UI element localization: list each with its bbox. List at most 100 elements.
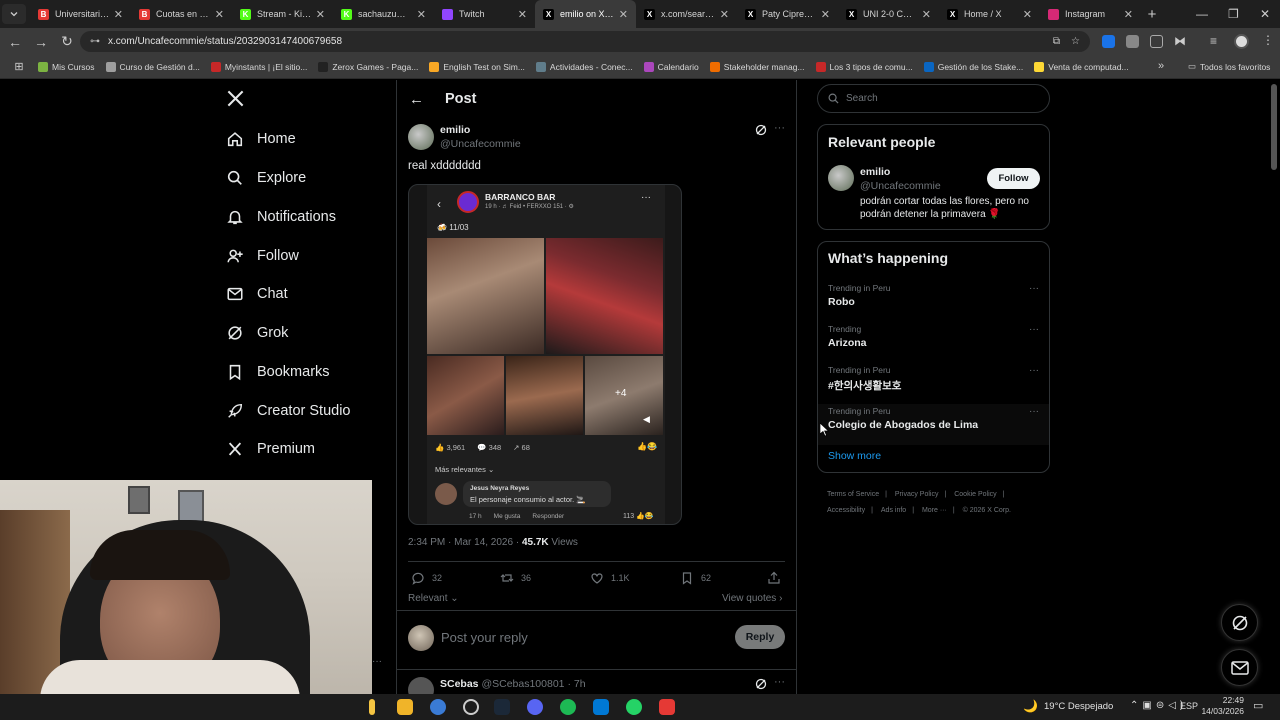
nav-item-bookmarks[interactable]: Bookmarks [226,363,330,381]
apps-icon[interactable]: ⊞ [0,60,38,73]
nav-item-home[interactable]: Home [226,130,296,148]
close-window-button[interactable]: ✕ [1260,0,1270,28]
nav-item-follow[interactable]: Follow [226,247,299,265]
footer-link[interactable]: Privacy Policy [895,491,939,498]
install-icon[interactable]: ⧉ [1053,36,1060,47]
trend-item[interactable]: Trending in Peru Colegio de Abogados de L… [818,404,1049,445]
browser-tab[interactable]: Ksachauzumaki ✕ [333,0,434,28]
footer-link[interactable]: © 2026 X Corp. [963,507,1011,514]
app-icon[interactable] [659,699,675,715]
whatsapp-icon[interactable] [626,699,642,715]
close-tab-icon[interactable]: ✕ [1023,8,1032,21]
site-info-icon[interactable]: ⊶ [90,36,100,47]
star-icon[interactable]: ☆ [1071,36,1080,47]
show-more-link[interactable]: Show more [828,450,881,462]
x-logo[interactable] [226,89,245,108]
discord-icon[interactable] [527,699,543,715]
maximize-button[interactable]: ❐ [1228,0,1239,28]
close-tab-icon[interactable]: ✕ [922,8,931,21]
kebab-menu-icon[interactable]: ⋮ [1262,33,1274,47]
footer-link[interactable]: Ads info [881,507,906,514]
view-quotes-link[interactable]: View quotes › [722,593,782,604]
store-icon[interactable] [397,699,413,715]
post-media[interactable]: ‹ BARRANCO BAR 19 h · ♬ Feid • FERXXO 15… [408,184,682,525]
bookmark-item[interactable]: Zerox Games - Paga... [318,61,418,72]
scrollbar-thumb[interactable] [1271,84,1277,170]
bookmark-item[interactable]: Calendario [643,61,699,72]
bookmark-item[interactable]: Los 3 tipos de comu... [815,61,913,72]
nav-item-explore[interactable]: Explore [226,169,306,187]
app-icon[interactable] [463,699,479,715]
url-bar[interactable]: ⊶ x.com/Uncafecommie/status/203290314740… [80,31,1090,52]
steam-icon[interactable] [494,699,510,715]
reload-button[interactable]: ↻ [54,30,80,54]
spotify-icon[interactable] [560,699,576,715]
bookmark-item[interactable]: Curso de Gestión d... [105,61,200,72]
browser-tab[interactable]: Twitch ✕ [434,0,535,28]
nav-item-creator-studio[interactable]: Creator Studio [226,402,351,420]
avatar[interactable] [828,165,854,191]
browser-tab[interactable]: K Stream - Kick D ✕ [232,0,333,28]
tray-icons[interactable]: ⌃▣⊜◁) [1130,700,1187,711]
close-tab-icon[interactable]: ✕ [720,8,729,21]
close-tab-icon[interactable]: ✕ [518,8,527,21]
minimize-button[interactable]: — [1196,0,1208,28]
browser-tab[interactable]: Xemilio on X: "r ✕ [535,0,636,28]
reply-input[interactable]: Post your reply [441,630,528,645]
trend-more-icon[interactable]: ··· [1029,283,1039,294]
bookmark-item[interactable]: Actividades - Conec... [535,61,633,72]
new-tab-button[interactable]: + [1141,6,1163,23]
trend-more-icon[interactable]: ··· [1029,365,1039,376]
nav-item-grok[interactable]: Grok [226,324,288,342]
profile-avatar[interactable] [1234,34,1249,49]
author-handle[interactable]: @Uncafecommie [440,138,521,150]
chrome-icon[interactable] [430,699,446,715]
notification-icon[interactable]: ▭ [1253,699,1263,712]
trend-item[interactable]: Trending in Peru #한의사생활보호 ··· [818,363,1049,404]
bookmark-item[interactable]: Gestión de los Stake... [923,61,1023,72]
close-tab-icon[interactable]: ✕ [1124,8,1133,21]
close-tab-icon[interactable]: ✕ [316,8,325,21]
close-tab-icon[interactable]: ✕ [619,8,628,21]
footer-link[interactable]: Cookie Policy [954,491,996,498]
close-tab-icon[interactable]: ✕ [821,8,830,21]
person-name[interactable]: emilio [860,166,890,178]
clock[interactable]: 22:49 14/03/2026 [1200,695,1244,717]
more-bookmarks-icon[interactable]: » [1158,60,1164,72]
file-explorer-icon[interactable] [369,699,375,715]
more-options-icon[interactable]: ··· [774,676,785,688]
footer-link[interactable]: Terms of Service [827,491,879,498]
bookmark-item[interactable]: Mis Cursos [38,61,95,72]
footer-link[interactable]: Accessibility [827,507,865,514]
search-input[interactable]: Search [817,84,1050,113]
trend-item[interactable]: Trending in Peru Robo ··· [818,281,1049,322]
follow-button[interactable]: Follow [987,168,1040,189]
reply-action[interactable]: 32 [411,571,442,585]
tab-search-button[interactable] [2,4,26,24]
extension-icon[interactable] [1126,35,1139,48]
browser-tab[interactable]: X Home / X ✕ [939,0,1040,28]
reply-author-name[interactable]: SCebas [440,678,479,690]
sort-replies-dropdown[interactable]: Relevant ⌄ [408,593,459,604]
extension-icon[interactable] [1102,35,1115,48]
reply-button[interactable]: Reply [735,625,785,649]
bookmark-item[interactable]: Stakeholder manag... [709,61,805,72]
weather-text[interactable]: 19°C Despejado [1044,701,1113,712]
nav-item-notifications[interactable]: Notifications [226,208,336,226]
like-action[interactable]: 1.1K [590,571,630,585]
extension-icon[interactable] [1150,35,1163,48]
footer-link[interactable]: More ··· [922,507,947,514]
app-icon[interactable] [593,699,609,715]
grok-fab[interactable] [1221,604,1258,641]
more-options-icon[interactable]: ··· [774,122,785,134]
grok-icon[interactable] [755,678,767,690]
puzzle-icon[interactable]: ⧓ [1174,34,1186,48]
repost-action[interactable]: 36 [500,571,531,585]
grok-icon[interactable] [755,124,767,136]
bookmark-item[interactable]: Myinstants | ¡El sitio... [210,61,307,72]
close-tab-icon[interactable]: ✕ [114,8,123,21]
post-time[interactable]: 2:34 PM · Mar 14, 2026 · [408,537,522,548]
reply-author-handle[interactable]: @SCebas100801 [481,678,564,690]
bookmark-item[interactable]: Venta de computad... [1034,61,1129,72]
more-icon[interactable]: ··· [372,656,382,667]
